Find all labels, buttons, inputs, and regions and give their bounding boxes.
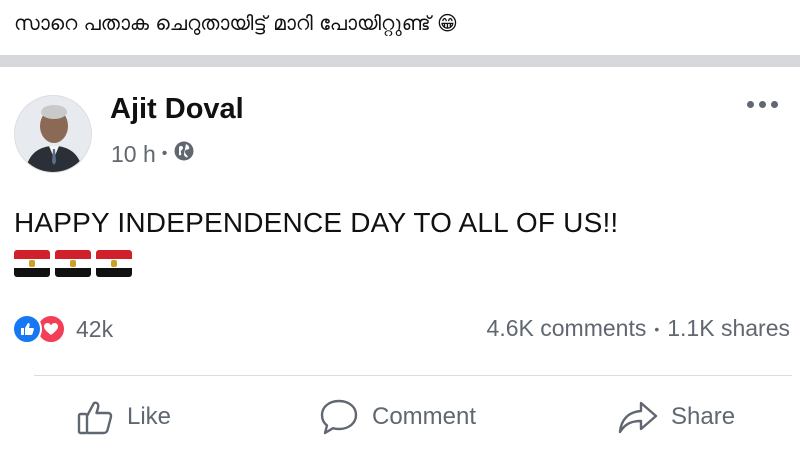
comment-button[interactable]: Comment [318,392,476,442]
action-divider [34,375,792,376]
share-label: Share [671,403,736,430]
more-dot [771,101,778,108]
flag-emojis [14,250,132,277]
reaction-count: 42k [76,315,114,342]
share-button[interactable]: Share [617,392,735,442]
more-dot [747,101,754,108]
author-name[interactable]: Ajit Doval [110,93,244,126]
globe-icon [173,140,195,168]
shares-count[interactable]: 1.1K shares [667,315,790,342]
like-reaction-icon [12,314,42,344]
thumbs-up-icon [75,397,115,437]
comment-bubble-icon [318,397,360,437]
post-text: HAPPY INDEPENDENCE DAY TO ALL OF US!! [14,207,619,238]
comments-count[interactable]: 4.6K comments [487,315,647,342]
avatar-image [15,96,91,172]
like-button[interactable]: Like [75,392,171,442]
grin-emoji-icon: 😁 [436,11,458,35]
post-caption: സാറെ പതാക ചെറുതായിട്ട് മാറി പോയിറ്റുണ്ട്… [14,8,458,38]
post-meta: 10 h • [111,140,195,168]
share-arrow-icon [617,397,659,437]
facebook-post: Ajit Doval 10 h • HAPPY INDEPENDENCE DAY… [0,67,800,452]
post-time[interactable]: 10 h [111,141,156,168]
post-actions: Like Comment Share [0,392,800,442]
meta-separator: • [161,145,168,162]
engagement-summary: 4.6K comments • 1.1K shares [487,315,790,342]
caption-text: സാറെ പതാക ചെറുതായിട്ട് മാറി പോയിറ്റുണ്ട് [14,11,431,35]
more-options-icon[interactable] [747,101,778,108]
egypt-flag-icon [55,250,91,277]
like-label: Like [127,403,172,430]
comment-label: Comment [372,403,477,430]
more-dot [759,101,766,108]
egypt-flag-icon [96,250,132,277]
egypt-flag-icon [14,250,50,277]
avatar[interactable] [14,95,92,173]
engagement-separator: • [654,320,660,337]
reaction-summary[interactable]: 42k [12,314,113,344]
feed-divider [0,55,800,67]
